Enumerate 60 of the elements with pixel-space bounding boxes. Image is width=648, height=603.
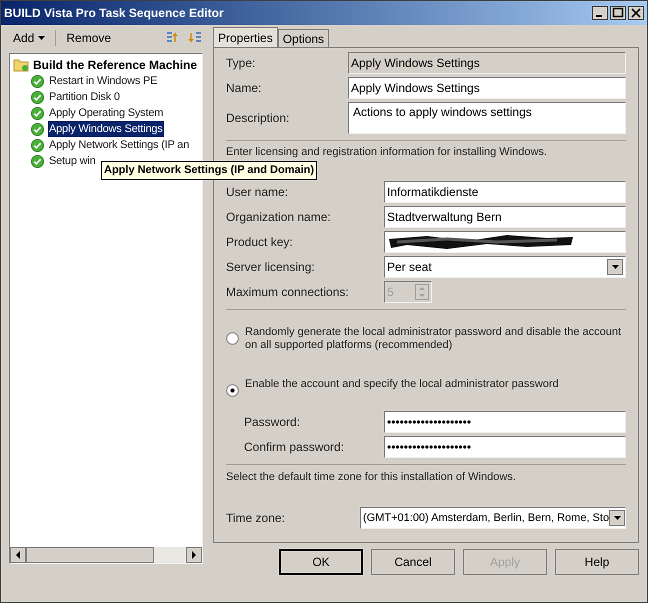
field-label: Password: [244, 414, 302, 430]
field-label: Organization name: [226, 208, 332, 226]
tree-item[interactable]: Apply Network Settings (IP an [48, 136, 190, 154]
tooltip: Apply Network Settings (IP and Domain) [101, 161, 318, 180]
text-field[interactable]: Informatikdienste [384, 180, 626, 202]
password-field[interactable]: •••••••••••••••••••• [384, 410, 626, 432]
redaction-scribble-icon [387, 232, 575, 250]
tree-item[interactable]: Restart in Windows PE [48, 72, 158, 90]
timezone-text: Select the default time zone for this installation of Windows. [226, 470, 517, 484]
maximize-icon[interactable] [610, 6, 626, 20]
tab[interactable]: Options [278, 29, 330, 47]
radio-label[interactable]: Randomly generate the local administrator password and disable the account on all supported platforms (recommended) [245, 326, 626, 352]
tree-root[interactable]: Build the Reference Machine [33, 56, 198, 74]
check-icon [31, 106, 44, 120]
field-label: User name: [226, 184, 290, 200]
remove-button[interactable]: Remove [62, 29, 116, 47]
radio-button[interactable] [226, 332, 239, 344]
close-icon[interactable] [628, 6, 644, 20]
timezone-select[interactable]: (GMT+01:00) Amsterdam, Berlin, Bern, Rome, Sto [360, 507, 626, 529]
field-label: Product key: [226, 234, 294, 250]
licensing-select[interactable]: Per seat [384, 256, 626, 278]
field-label: Description: [226, 110, 290, 127]
scrollbar-thumb[interactable] [26, 547, 154, 563]
field-label: Name: [226, 80, 262, 97]
field-label: Time zone: [226, 510, 286, 527]
caret-icon [38, 36, 46, 40]
check-icon [31, 154, 44, 168]
check-icon [31, 74, 44, 88]
tree-item[interactable]: Apply Operating System [48, 104, 164, 122]
radio-button[interactable] [226, 384, 239, 396]
text-field[interactable]: Stadtverwaltung Bern [384, 206, 626, 228]
check-icon [31, 90, 44, 104]
field-label: Server licensing: [226, 258, 316, 276]
horizontal-scrollbar[interactable] [10, 547, 202, 563]
add-menu-button[interactable]: Add [9, 29, 50, 47]
dialog-button[interactable]: Cancel [371, 549, 455, 575]
field-label: Confirm password: [244, 438, 346, 456]
window-title: BUILD Vista Pro Task Sequence Editor [4, 5, 224, 22]
password-field[interactable]: •••••••••••••••••••• [384, 436, 626, 458]
text-field[interactable]: Apply Windows Settings [348, 77, 626, 99]
dialog-button[interactable]: OK [279, 549, 363, 575]
dialog-button[interactable]: Help [555, 549, 639, 575]
radio-label[interactable]: Enable the account and specify the local administrator password [245, 378, 559, 390]
tree-item[interactable]: Partition Disk 0 [48, 88, 121, 106]
scroll-right-icon[interactable] [186, 547, 202, 563]
tree-item[interactable]: Setup win [48, 152, 97, 170]
check-icon [31, 138, 44, 152]
field-label: Type: [226, 55, 256, 72]
licensing-text: Enter licensing and registration information for installing Windows. [226, 145, 548, 160]
tab[interactable]: Properties [213, 27, 278, 47]
check-icon [31, 122, 44, 136]
scroll-left-icon[interactable] [10, 547, 26, 563]
description-field[interactable]: Actions to apply windows settings [348, 102, 626, 134]
field-label: Maximum connections: [226, 284, 350, 300]
folder-icon [13, 58, 29, 72]
type-field: Apply Windows Settings [348, 52, 626, 74]
move-down-icon[interactable] [187, 30, 203, 46]
product-key-field[interactable] [384, 230, 626, 252]
minimize-icon[interactable] [592, 6, 608, 20]
tree-item[interactable]: Apply Windows Settings [48, 120, 164, 138]
